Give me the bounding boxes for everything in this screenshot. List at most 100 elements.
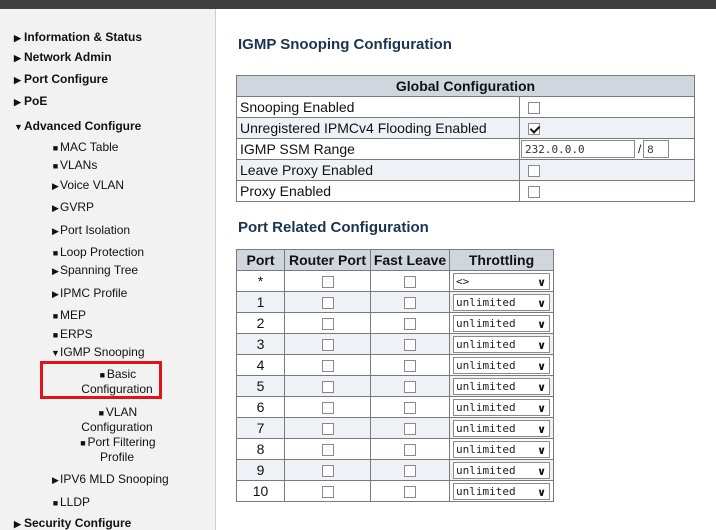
throttling-select[interactable]: unlimited ∨ (453, 440, 550, 458)
col-header-fast-leave: Fast Leave (370, 249, 450, 271)
fast-leave-checkbox[interactable] (404, 486, 416, 499)
throttling-value: unlimited (456, 337, 516, 351)
sidebar-item-vlan-configuration[interactable]: ■ VLAN Configuration (62, 405, 172, 434)
throttling-value: unlimited (456, 400, 516, 414)
throttling-value: unlimited (456, 379, 516, 393)
router-port-checkbox[interactable] (321, 444, 334, 457)
router-port-checkbox[interactable] (321, 339, 334, 352)
port-number: 4 (236, 354, 285, 376)
sidebar-item-voice-vlan[interactable]: ▶Voice VLAN (51, 178, 124, 193)
throttling-select[interactable]: unlimited ∨ (453, 335, 550, 353)
router-port-checkbox[interactable] (321, 360, 334, 373)
table-row: 3 unlimited ∨ (236, 333, 554, 355)
chevron-down-icon: ∨ (537, 317, 546, 331)
port-number: 9 (236, 459, 285, 481)
router-port-checkbox[interactable] (321, 297, 334, 310)
throttling-select[interactable]: unlimited ∨ (453, 461, 550, 479)
sidebar-item-igmp-snooping[interactable]: ▼IGMP Snooping (51, 345, 144, 360)
sidebar-item-spanning-tree[interactable]: ▶Spanning Tree (51, 263, 138, 278)
sidebar-item-ipmc-profile[interactable]: ▶IPMC Profile (51, 286, 127, 301)
chevron-down-icon: ∨ (537, 275, 546, 289)
fast-leave-checkbox[interactable] (404, 465, 416, 478)
router-port-checkbox[interactable] (321, 486, 334, 499)
fast-leave-checkbox[interactable] (404, 444, 416, 457)
throttling-value: unlimited (456, 421, 516, 435)
sidebar-item-mac-table[interactable]: ■ MAC Table (51, 140, 119, 155)
sidebar-item-vlans[interactable]: ■ VLANs (51, 158, 98, 173)
table-row: Snooping Enabled (236, 96, 695, 118)
sidebar-item-mep[interactable]: ■ MEP (51, 308, 86, 323)
throttling-select[interactable]: unlimited ∨ (453, 377, 550, 395)
square-bullet-icon: ■ (52, 248, 59, 258)
throttling-select[interactable]: unlimited ∨ (453, 293, 550, 311)
sidebar-item-lldp[interactable]: ■ LLDP (51, 495, 90, 510)
router-port-checkbox[interactable] (321, 465, 334, 478)
router-port-checkbox[interactable] (321, 423, 334, 436)
throttling-select[interactable]: <> ∨ (453, 272, 550, 290)
throttling-select[interactable]: unlimited ∨ (453, 419, 550, 437)
sidebar-item-network-admin[interactable]: ▶ Network Admin (14, 50, 112, 65)
sidebar-item-advanced-configure[interactable]: ▼Advanced Configure (14, 119, 141, 134)
throttling-select[interactable]: unlimited ∨ (453, 356, 550, 374)
port-number: 6 (236, 396, 285, 418)
sidebar-item-security-configure[interactable]: ▶ Security Configure (14, 516, 131, 530)
triangle-right-icon: ▶ (52, 226, 59, 236)
chevron-down-icon: ∨ (537, 443, 546, 457)
router-port-checkbox[interactable] (321, 381, 334, 394)
throttling-select[interactable]: unlimited ∨ (453, 314, 550, 332)
snooping-enabled-checkbox[interactable] (528, 102, 540, 115)
fast-leave-checkbox[interactable] (404, 276, 416, 289)
throttling-select[interactable]: unlimited ∨ (453, 398, 550, 416)
square-bullet-icon: ■ (52, 143, 59, 153)
ssm-range-mask-input[interactable]: 8 (643, 140, 670, 159)
proxy-enabled-checkbox[interactable] (528, 186, 540, 199)
leave-proxy-checkbox[interactable] (528, 165, 540, 178)
square-bullet-icon: ■ (52, 498, 59, 508)
square-bullet-icon: ■ (52, 311, 59, 321)
fast-leave-checkbox[interactable] (404, 423, 416, 436)
sidebar-nav: ▶ Information & Status ▶ Network Admin ▶ Po… (0, 9, 216, 530)
sidebar-item-port-configure[interactable]: ▶ Port Configure (14, 72, 108, 87)
ssm-range-ip-input[interactable]: 232.0.0.0 (521, 140, 635, 159)
table-row: * <> ∨ (236, 270, 554, 292)
chevron-down-icon: ∨ (537, 401, 546, 415)
table-row: Unregistered IPMCv4 Flooding Enabled (236, 117, 695, 139)
chevron-down-icon: ∨ (537, 359, 546, 373)
throttling-value: <> (456, 274, 470, 288)
selection-highlight-box (40, 361, 162, 399)
router-port-checkbox[interactable] (321, 276, 334, 289)
chevron-down-icon: ∨ (537, 485, 546, 499)
sidebar-item-port-filtering-profile[interactable]: ■ Port Filtering Profile (62, 435, 172, 464)
table-row: Proxy Enabled (236, 180, 695, 202)
throttling-value: unlimited (456, 463, 516, 477)
sidebar-item-information-status[interactable]: ▶ Information & Status (14, 30, 142, 45)
fast-leave-checkbox[interactable] (404, 402, 416, 415)
sidebar-item-loop-protection[interactable]: ■ Loop Protection (51, 245, 144, 260)
triangle-right-icon: ▶ (14, 75, 21, 85)
triangle-right-icon: ▶ (52, 475, 59, 485)
triangle-right-icon: ▶ (52, 181, 59, 191)
triangle-right-icon: ▶ (14, 33, 21, 43)
fast-leave-checkbox[interactable] (404, 339, 416, 352)
fast-leave-checkbox[interactable] (404, 297, 416, 310)
table-row: 9 unlimited ∨ (236, 459, 554, 481)
fast-leave-checkbox[interactable] (404, 360, 416, 373)
sidebar-item-gvrp[interactable]: ▶GVRP (51, 200, 94, 215)
col-header-throttling: Throttling (449, 249, 554, 271)
router-port-checkbox[interactable] (321, 318, 334, 331)
fast-leave-checkbox[interactable] (404, 381, 416, 394)
throttling-value: unlimited (456, 358, 516, 372)
sidebar-item-erps[interactable]: ■ ERPS (51, 327, 93, 342)
router-port-checkbox[interactable] (321, 402, 334, 415)
throttling-select[interactable]: unlimited ∨ (453, 482, 550, 500)
triangle-right-icon: ▶ (52, 289, 59, 299)
triangle-down-icon: ▼ (14, 122, 23, 132)
sidebar-item-ipv6-mld-snooping[interactable]: ▶IPV6 MLD Snooping (51, 472, 169, 487)
chevron-down-icon: ∨ (537, 338, 546, 352)
unregistered-flooding-checkbox[interactable] (528, 123, 540, 136)
triangle-right-icon: ▶ (14, 519, 21, 529)
sidebar-item-port-isolation[interactable]: ▶Port Isolation (51, 223, 130, 238)
fast-leave-checkbox[interactable] (404, 318, 416, 331)
sidebar-item-poe[interactable]: ▶ PoE (14, 94, 47, 109)
table-row: 5 unlimited ∨ (236, 375, 554, 397)
